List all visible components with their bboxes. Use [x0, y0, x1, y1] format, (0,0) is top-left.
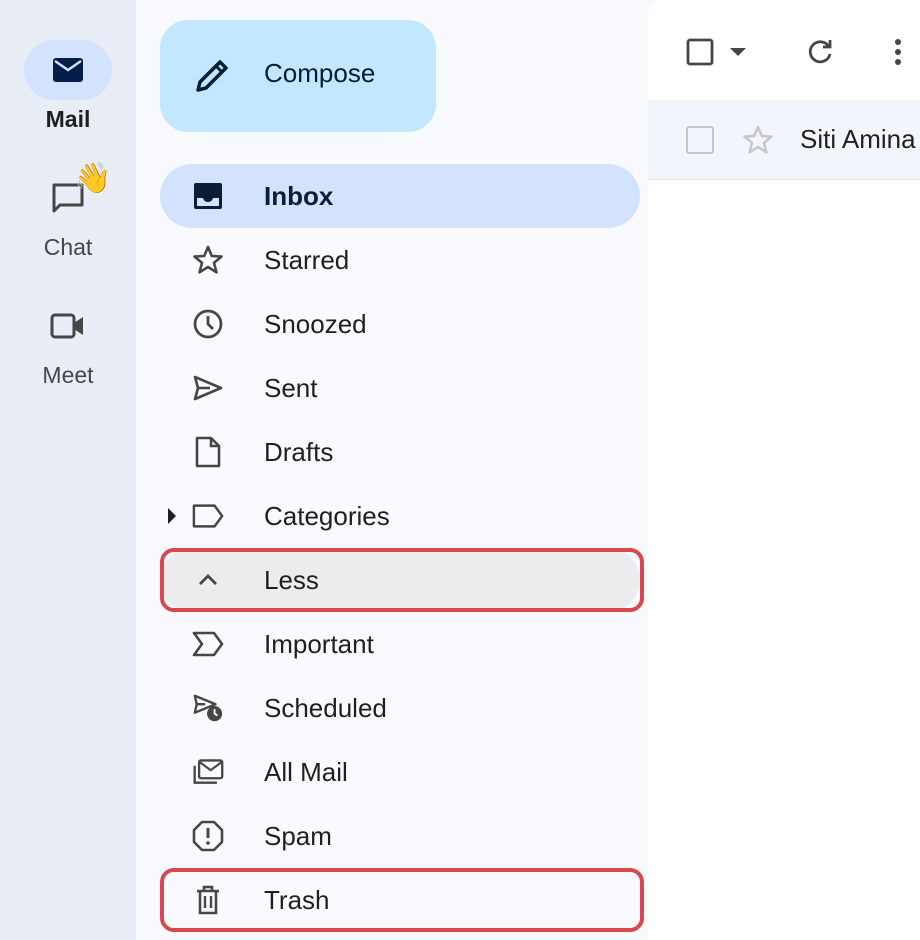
- refresh-icon[interactable]: [802, 34, 838, 70]
- nav-label-less: Less: [264, 565, 319, 595]
- pencil-icon: [192, 56, 232, 101]
- star-icon: [192, 244, 224, 276]
- rail-label-mail: Mail: [45, 106, 91, 132]
- scheduled-icon: [192, 692, 224, 724]
- nav-label-spam: Spam: [264, 821, 332, 851]
- more-options-icon[interactable]: [886, 34, 910, 70]
- rail-label-meet: Meet: [42, 362, 94, 388]
- compose-label: Compose: [264, 58, 376, 88]
- nav-item-drafts[interactable]: Drafts: [160, 420, 640, 484]
- nav-item-important[interactable]: Important: [160, 612, 640, 676]
- clock-icon: [192, 308, 224, 340]
- nav-panel: Compose Inbox Starred Snoozed Sent Draft…: [136, 0, 648, 940]
- nav-item-all-mail[interactable]: All Mail: [160, 740, 640, 804]
- expand-arrow-icon[interactable]: [166, 506, 178, 531]
- nav-label-snoozed: Snoozed: [264, 309, 367, 339]
- nav-item-trash[interactable]: Trash: [160, 868, 640, 932]
- email-sender: Siti Amina: [800, 124, 916, 154]
- nav-label-all-mail: All Mail: [264, 757, 348, 787]
- nav-item-starred[interactable]: Starred: [160, 228, 640, 292]
- nav-label-sent: Sent: [264, 373, 318, 403]
- wave-emoji-badge: 👋: [74, 162, 112, 195]
- compose-button[interactable]: Compose: [160, 20, 436, 132]
- app-rail: Mail 👋 Chat Meet: [0, 0, 136, 940]
- nav-label-important: Important: [264, 629, 374, 659]
- select-dropdown-icon[interactable]: [726, 40, 750, 64]
- list-toolbar: [648, 0, 920, 100]
- spam-icon: [192, 820, 224, 852]
- nav-item-categories[interactable]: Categories: [160, 484, 640, 548]
- trash-icon: [192, 884, 224, 916]
- label-icon: [192, 500, 224, 532]
- email-row-checkbox[interactable]: [686, 126, 714, 154]
- nav-item-scheduled[interactable]: Scheduled: [160, 676, 640, 740]
- important-icon: [192, 628, 224, 660]
- rail-label-chat: Chat: [43, 234, 93, 260]
- star-icon[interactable]: [742, 124, 774, 161]
- nav-item-sent[interactable]: Sent: [160, 356, 640, 420]
- email-list-pane: Siti Amina: [648, 0, 920, 940]
- nav-item-less[interactable]: Less: [160, 548, 640, 612]
- inbox-icon: [192, 180, 224, 212]
- select-all-checkbox[interactable]: [680, 32, 720, 72]
- nav-item-spam[interactable]: Spam: [160, 804, 640, 868]
- nav-label-drafts: Drafts: [264, 437, 334, 467]
- draft-icon: [192, 436, 224, 468]
- nav-label-starred: Starred: [264, 245, 350, 275]
- nav-label-trash: Trash: [264, 885, 330, 915]
- nav-item-inbox[interactable]: Inbox: [160, 164, 640, 228]
- nav-label-scheduled: Scheduled: [264, 693, 387, 723]
- nav-label-categories: Categories: [264, 501, 390, 531]
- chevron-up-icon: [192, 564, 224, 596]
- mail-icon: [24, 40, 112, 100]
- email-row[interactable]: Siti Amina: [648, 100, 920, 180]
- video-icon: [24, 296, 112, 356]
- all-mail-icon: [192, 756, 224, 788]
- send-icon: [192, 372, 224, 404]
- nav-item-snoozed[interactable]: Snoozed: [160, 292, 640, 356]
- nav-label-inbox: Inbox: [264, 181, 334, 211]
